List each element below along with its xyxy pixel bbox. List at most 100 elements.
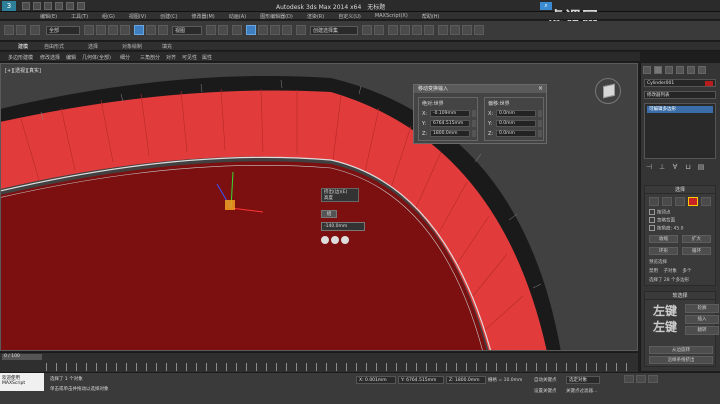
preview-disabled-radio[interactable]: 禁用 bbox=[649, 269, 658, 274]
menu-item[interactable]: 工具(T) bbox=[71, 13, 88, 20]
ok-icon[interactable] bbox=[321, 236, 329, 244]
hinge-from-edge-button[interactable]: 从边旋转 bbox=[649, 346, 713, 354]
viewport-label[interactable]: [+][透视][真实] bbox=[5, 67, 41, 74]
edit-named-sets-button[interactable] bbox=[296, 25, 306, 35]
ribbon-subdivision[interactable]: 细分 bbox=[120, 54, 130, 61]
object-color-swatch[interactable] bbox=[705, 81, 713, 86]
open-file-icon[interactable] bbox=[33, 2, 41, 10]
window-crossing-button[interactable] bbox=[120, 25, 130, 35]
edge-mode-icon[interactable] bbox=[662, 197, 672, 206]
percent-snap-button[interactable] bbox=[270, 25, 280, 35]
undo-button[interactable] bbox=[4, 25, 14, 35]
by-angle-checkbox[interactable]: 按角度: 45.0 bbox=[645, 225, 715, 233]
vertex-mode-icon[interactable] bbox=[649, 197, 659, 206]
polygon-mode-icon[interactable] bbox=[688, 197, 698, 206]
pivot-center-button[interactable] bbox=[206, 25, 216, 35]
hierarchy-tab-icon[interactable] bbox=[665, 66, 673, 74]
material-editor-button[interactable] bbox=[438, 25, 448, 35]
select-move-button[interactable] bbox=[134, 25, 144, 35]
render-setup-button[interactable] bbox=[450, 25, 460, 35]
ribbon-visibility[interactable]: 可见性 bbox=[182, 54, 197, 61]
abs-x-spinner[interactable] bbox=[472, 110, 476, 117]
tab-modeling[interactable]: 建模 bbox=[18, 43, 28, 50]
menu-item[interactable]: 自定义(U) bbox=[338, 13, 361, 20]
redo-button[interactable] bbox=[16, 25, 26, 35]
schematic-view-button[interactable] bbox=[424, 25, 434, 35]
perspective-viewport[interactable]: [+][透视][真实] 移动变换输入 × 绝对:世界 X: -0.109mm Y… bbox=[0, 63, 638, 351]
timeline-ticks[interactable] bbox=[46, 363, 634, 371]
ribbon-modify-selection[interactable]: 修改选择 bbox=[40, 54, 60, 61]
angle-snap-button[interactable] bbox=[258, 25, 268, 35]
maxscript-listener[interactable]: 欢迎使用 MAXScript bbox=[0, 373, 44, 391]
off-z-spinner[interactable] bbox=[538, 130, 542, 137]
undo-icon[interactable] bbox=[55, 2, 63, 10]
off-z-field[interactable]: 0.0mm bbox=[496, 130, 536, 137]
cancel-icon[interactable] bbox=[341, 236, 349, 244]
ribbon-triangulation[interactable]: 三角剖分 bbox=[140, 54, 160, 61]
menu-item[interactable]: 帮助(H) bbox=[422, 13, 440, 20]
shrink-button[interactable]: 收缩 bbox=[649, 235, 678, 243]
tab-selection[interactable]: 选择 bbox=[88, 43, 98, 50]
named-selection-set-dropdown[interactable]: 创建选择集 bbox=[310, 26, 358, 35]
curve-editor-button[interactable] bbox=[412, 25, 422, 35]
tab-freeform[interactable]: 自由形式 bbox=[44, 43, 64, 50]
redo-icon[interactable] bbox=[66, 2, 74, 10]
play-icon[interactable] bbox=[636, 375, 646, 383]
preview-subobject-radio[interactable]: 子对象 bbox=[663, 269, 677, 274]
coord-x-field[interactable]: X: 0.001mm bbox=[356, 376, 396, 384]
go-to-end-icon[interactable] bbox=[648, 375, 658, 383]
set-key-button[interactable]: 设置关键点 bbox=[534, 388, 557, 394]
flip-button[interactable]: 翻转 bbox=[685, 326, 719, 335]
snap-toggle-button[interactable] bbox=[246, 25, 256, 35]
close-icon[interactable]: × bbox=[538, 85, 543, 92]
select-by-name-button[interactable] bbox=[96, 25, 106, 35]
selection-filter-dropdown[interactable]: 全部 bbox=[46, 26, 80, 35]
keyboard-shortcut-button[interactable] bbox=[232, 25, 242, 35]
ribbon-edit[interactable]: 编辑 bbox=[66, 54, 76, 61]
soft-selection-title[interactable]: 软选择 bbox=[645, 292, 715, 300]
tab-object-paint[interactable]: 对象绘制 bbox=[122, 43, 142, 50]
abs-z-field[interactable]: 1800.0mm bbox=[430, 130, 470, 137]
modifier-list-dropdown[interactable]: 修改器列表 bbox=[644, 91, 716, 99]
create-tab-icon[interactable] bbox=[643, 66, 651, 74]
go-to-start-icon[interactable] bbox=[624, 375, 634, 383]
key-filters-button[interactable]: 关键点过滤器... bbox=[566, 388, 597, 394]
link-button[interactable] bbox=[30, 25, 40, 35]
make-unique-icon[interactable]: ∀ bbox=[671, 163, 679, 171]
select-manipulate-button[interactable] bbox=[218, 25, 228, 35]
abs-x-field[interactable]: -0.109mm bbox=[430, 110, 470, 117]
dialog-title[interactable]: 移动变换输入 bbox=[414, 85, 546, 93]
coord-z-field[interactable]: Z: 1800.0mm bbox=[446, 376, 486, 384]
off-y-field[interactable]: 0.0mm bbox=[496, 120, 536, 127]
viewcube[interactable] bbox=[595, 78, 621, 104]
pin-stack-icon[interactable]: ⊣ bbox=[645, 163, 653, 171]
coord-y-field[interactable]: Y: 6764.515mm bbox=[398, 376, 444, 384]
menu-item[interactable]: 图形编辑器(D) bbox=[260, 13, 293, 20]
auto-key-button[interactable]: 自动关键点 bbox=[534, 377, 557, 383]
tab-populate[interactable]: 填充 bbox=[162, 43, 172, 50]
rendered-frame-window-button[interactable] bbox=[462, 25, 472, 35]
ribbon-properties[interactable]: 属性 bbox=[202, 54, 212, 61]
ignore-backfacing-checkbox[interactable]: 忽略背面 bbox=[645, 217, 715, 225]
selection-rollout-title[interactable]: 选择 bbox=[645, 186, 715, 194]
align-button[interactable] bbox=[374, 25, 384, 35]
ribbon-align[interactable]: 对齐 bbox=[166, 54, 176, 61]
menu-item[interactable]: 修改器(M) bbox=[192, 13, 215, 20]
element-mode-icon[interactable] bbox=[701, 197, 711, 206]
preview-multi-radio[interactable]: 多个 bbox=[682, 269, 691, 274]
abs-y-spinner[interactable] bbox=[472, 120, 476, 127]
graphite-toggle-button[interactable] bbox=[400, 25, 410, 35]
render-production-button[interactable] bbox=[474, 25, 484, 35]
loop-button[interactable]: 循环 bbox=[682, 247, 711, 255]
off-x-field[interactable]: 0.0mm bbox=[496, 110, 536, 117]
new-file-icon[interactable] bbox=[22, 2, 30, 10]
menu-item[interactable]: MAXScript(X) bbox=[375, 13, 408, 20]
ring-button[interactable]: 环形 bbox=[649, 247, 678, 255]
by-vertex-checkbox[interactable]: 按顶点 bbox=[645, 209, 715, 217]
ribbon-geometry-all[interactable]: 几何体(全部) bbox=[82, 54, 111, 61]
inset-button[interactable]: 插入 bbox=[685, 315, 719, 324]
menu-item[interactable]: 组(G) bbox=[102, 13, 115, 20]
configure-sets-icon[interactable]: ▤ bbox=[697, 163, 705, 171]
by-angle-value[interactable]: 45.0 bbox=[673, 227, 683, 232]
app-logo-icon[interactable]: 3 bbox=[2, 1, 16, 11]
